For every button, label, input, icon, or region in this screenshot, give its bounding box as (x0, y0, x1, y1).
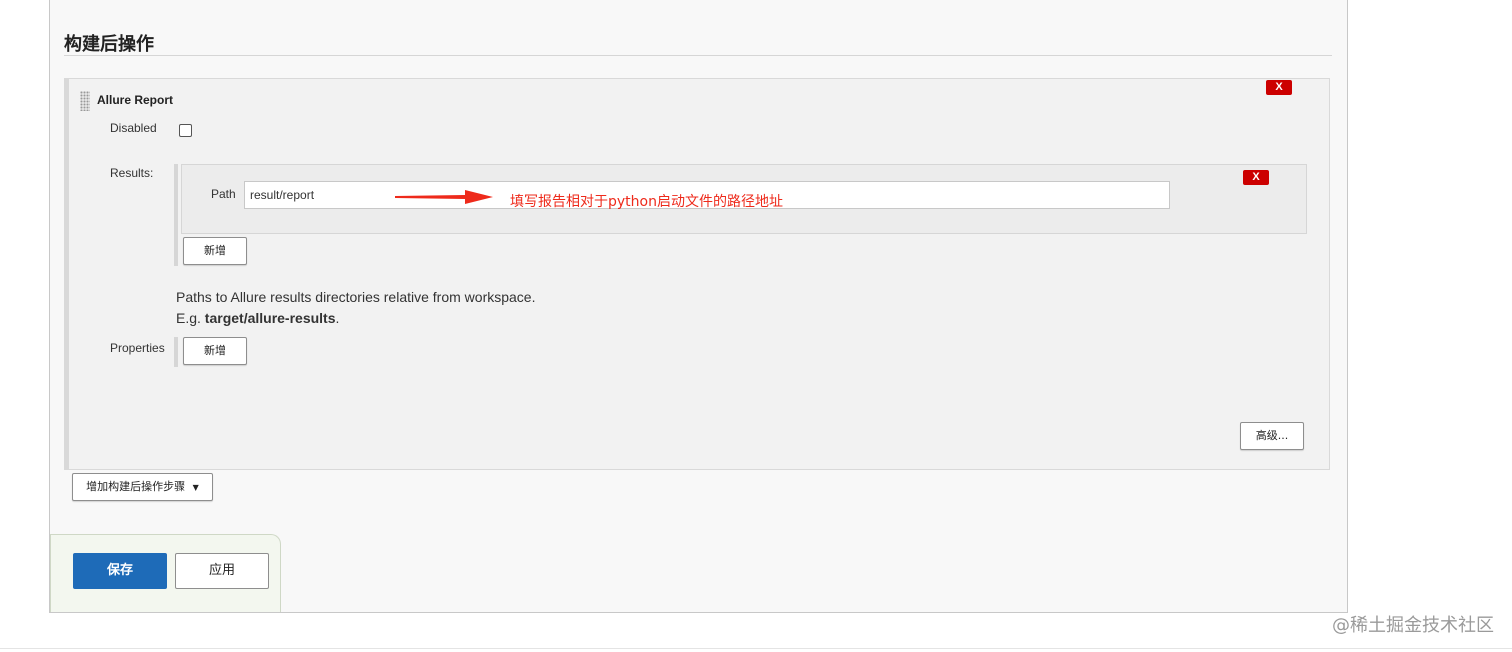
config-panel: 构建后操作 Allure Report X Disabled Results: … (49, 0, 1348, 613)
footer-divider (0, 648, 1512, 649)
help-example: target/allure-results (204, 310, 336, 326)
properties-rail (174, 337, 178, 367)
results-rail (174, 164, 178, 266)
add-result-button[interactable]: 新增 (183, 237, 247, 265)
results-help-text: Paths to Allure results directories rela… (176, 287, 535, 329)
path-input-value: result/report (250, 188, 315, 202)
disabled-checkbox[interactable] (179, 124, 192, 137)
delete-step-button[interactable]: X (1266, 80, 1292, 95)
step-title: Allure Report (97, 93, 174, 107)
annotation-arrow-icon (395, 190, 493, 204)
add-property-button[interactable]: 新增 (183, 337, 247, 365)
help-suffix: . (335, 310, 340, 326)
add-step-label: 增加构建后操作步骤 (86, 480, 186, 493)
section-divider (64, 55, 1332, 56)
action-bar: 保存 应用 (50, 534, 281, 612)
watermark: @稀土掘金技术社区 (1332, 615, 1494, 636)
apply-button[interactable]: 应用 (175, 553, 269, 589)
annotation-text: 填写报告相对于python启动文件的路径地址 (510, 194, 783, 210)
path-label: Path (211, 187, 236, 201)
properties-label: Properties (110, 341, 165, 355)
result-path-entry: Path result/report 填写报告相对于python启动文件的路径地… (181, 164, 1307, 234)
add-post-build-step-button[interactable]: 增加构建后操作步骤 ▼ (72, 473, 213, 501)
results-label: Results: (110, 166, 154, 180)
help-line-2: E.g. target/allure-results. (176, 308, 535, 329)
path-input[interactable]: result/report 填写报告相对于python启动文件的路径地址 (244, 181, 1170, 210)
section-title: 构建后操作 (64, 34, 154, 55)
allure-report-step: Allure Report X Disabled Results: Path r… (64, 78, 1330, 470)
drag-handle-icon[interactable] (80, 91, 90, 111)
help-prefix: E.g. (176, 310, 205, 326)
help-line-1: Paths to Allure results directories rela… (176, 289, 536, 305)
caret-down-icon: ▼ (192, 483, 199, 492)
disabled-label: Disabled (110, 121, 157, 135)
save-button[interactable]: 保存 (73, 553, 167, 589)
advanced-button[interactable]: 高级... (1240, 422, 1304, 450)
delete-path-button[interactable]: X (1243, 170, 1269, 185)
